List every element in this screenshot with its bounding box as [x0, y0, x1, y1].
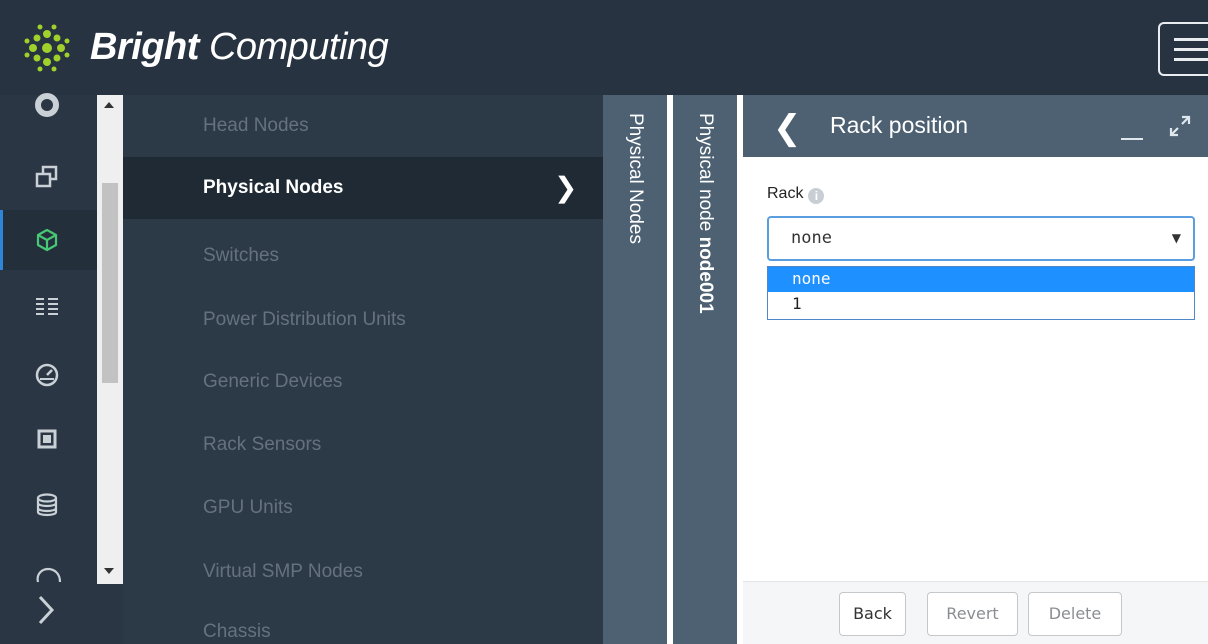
nav-item-chassis[interactable]: Chassis [123, 601, 603, 644]
panel-header: ❮ Rack position [743, 95, 1208, 157]
brand-light: Computing [208, 26, 389, 68]
back-chevron-icon[interactable]: ❮ [773, 108, 802, 148]
breadcrumb-label: Physical Nodes [625, 113, 646, 244]
database-icon [36, 493, 58, 517]
panel-footer: Back Revert Delete [743, 581, 1208, 644]
nav-item-generic-devices[interactable]: Generic Devices [123, 351, 603, 413]
nav-item-gpu-units[interactable]: GPU Units [123, 477, 603, 539]
scroll-down-arrow-icon[interactable] [104, 568, 114, 574]
icon-rail [0, 93, 97, 644]
device-type-nav: Head Nodes Physical Nodes ❯ Switches Pow… [123, 95, 603, 644]
nav-item-label: Chassis [203, 621, 271, 642]
rack-option-1[interactable]: 1 [768, 292, 1194, 317]
rail-item-chip[interactable] [0, 409, 97, 469]
rack-options-list: none 1 [767, 266, 1195, 320]
nav-item-label: Power Distribution Units [203, 309, 406, 330]
nav-item-label: GPU Units [203, 497, 293, 518]
scroll-up-arrow-icon[interactable] [104, 102, 114, 108]
breadcrumb-label: Physical node node001 [694, 113, 716, 314]
chevron-right-icon [38, 595, 55, 625]
rail-item-database[interactable] [0, 475, 97, 535]
minimize-icon[interactable] [1121, 138, 1143, 140]
rail-item-windows[interactable] [0, 147, 97, 207]
breadcrumb-physical-nodes[interactable]: Physical Nodes [603, 95, 667, 644]
nav-item-power-distribution-units[interactable]: Power Distribution Units [123, 289, 603, 351]
back-button[interactable]: Back [839, 592, 906, 636]
panel-title: Rack position [830, 112, 969, 138]
brand-bold: Bright [90, 26, 199, 68]
info-icon[interactable]: i [808, 188, 825, 204]
rail-item-list[interactable] [0, 276, 97, 336]
bright-logo-icon [24, 24, 70, 72]
rack-option-none[interactable]: none [768, 267, 1194, 292]
breadcrumb-node-name: node001 [695, 236, 716, 314]
windows-icon [35, 165, 58, 188]
hamburger-line [1174, 48, 1208, 51]
cube-icon [36, 228, 58, 252]
rail-item-monitoring[interactable] [0, 344, 97, 404]
brand-name: Bright Computing [90, 26, 389, 69]
rack-position-panel: ❮ Rack position Rack i none ▼ none 1 Back… [743, 95, 1208, 644]
breadcrumb-prefix: Physical node [695, 113, 716, 237]
cloud-icon [36, 567, 62, 583]
rail-expand-button[interactable] [0, 584, 123, 644]
chip-icon [37, 429, 57, 449]
nav-item-label: Head Nodes [203, 115, 309, 136]
nav-item-head-nodes[interactable]: Head Nodes [123, 95, 603, 157]
nav-item-virtual-smp-nodes[interactable]: Virtual SMP Nodes [123, 541, 603, 603]
hamburger-menu-button[interactable] [1158, 22, 1208, 76]
nav-item-label: Virtual SMP Nodes [203, 561, 363, 582]
rail-scrollbar-thumb[interactable] [102, 183, 118, 383]
top-bar: Bright Computing [0, 0, 1208, 95]
delete-button[interactable]: Delete [1028, 592, 1122, 636]
chevron-right-icon: ❯ [554, 172, 578, 203]
rail-item-circle[interactable] [0, 75, 97, 135]
breadcrumb-physical-node[interactable]: Physical node node001 [673, 95, 737, 644]
dropdown-caret-icon: ▼ [1171, 231, 1181, 245]
nav-item-label: Rack Sensors [203, 434, 322, 455]
hamburger-line [1174, 58, 1208, 61]
expand-icon[interactable] [1169, 115, 1191, 137]
circle-icon [35, 93, 59, 117]
hamburger-line [1174, 38, 1208, 41]
rack-select[interactable]: none ▼ [767, 216, 1195, 261]
gauge-icon [35, 363, 59, 387]
nav-item-label: Generic Devices [203, 371, 343, 392]
list-icon [36, 298, 58, 315]
nav-item-rack-sensors[interactable]: Rack Sensors [123, 414, 603, 476]
nav-item-label: Switches [203, 245, 280, 266]
rail-item-devices[interactable] [0, 210, 97, 270]
revert-button[interactable]: Revert [927, 592, 1018, 636]
nav-item-physical-nodes[interactable]: Physical Nodes ❯ [123, 157, 603, 219]
rack-field-label: Rack i [767, 185, 825, 204]
nav-item-switches[interactable]: Switches [123, 225, 603, 287]
rack-label-text: Rack [767, 185, 804, 202]
nav-item-label: Physical Nodes [203, 177, 344, 198]
rack-select-value: none [791, 228, 832, 248]
